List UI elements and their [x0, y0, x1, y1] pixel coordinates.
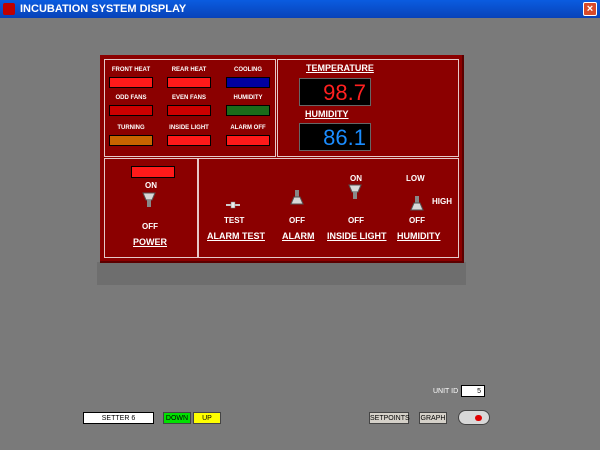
alarm-off-label: OFF [289, 216, 305, 225]
power-toggle-switch[interactable] [142, 192, 156, 213]
setpoints-button[interactable]: SETPOINTS [369, 412, 410, 424]
odd-fans-indicator-label: ODD FANS [115, 95, 147, 101]
cooling-indicator-label: COOLING [234, 67, 262, 73]
inside-light-toggle-switch[interactable] [348, 184, 362, 205]
power-on-label: ON [145, 181, 157, 190]
humidity-high-label: HIGH [432, 197, 452, 206]
alarm-test-title: ALARM TEST [207, 231, 265, 241]
even-fans-indicator [167, 105, 211, 116]
temperature-readout: 98.7 [299, 78, 371, 106]
turning-indicator-label: TURNING [117, 125, 145, 131]
humidity-low-label: LOW [406, 174, 425, 183]
app-icon [3, 3, 15, 15]
odd-fans-indicator [109, 105, 153, 116]
humidity-readout: 86.1 [299, 123, 371, 151]
rear-heat-indicator-label: REAR HEAT [171, 67, 207, 73]
alarm-test-switch[interactable] [226, 196, 240, 214]
setter-field[interactable]: SETTER 6 [83, 412, 154, 424]
inside-light-on-label: ON [350, 174, 362, 183]
humidity-title: HUMIDITY [397, 231, 441, 241]
humidity-indicator [226, 105, 270, 116]
inside-light-indicator [167, 135, 211, 146]
humidity-indicator-label: HUMIDITY [233, 95, 263, 101]
alarm-toggle-switch[interactable] [290, 189, 304, 210]
turning-indicator [109, 135, 153, 146]
power-off-label: OFF [142, 222, 158, 231]
front-heat-indicator [109, 77, 153, 88]
rear-heat-indicator [167, 77, 211, 88]
humidity-off-label: OFF [409, 216, 425, 225]
up-button[interactable]: UP [193, 412, 221, 424]
cooling-indicator [226, 77, 270, 88]
temperature-label: TEMPERATURE [306, 63, 374, 73]
window-title: INCUBATION SYSTEM DISPLAY [20, 3, 187, 15]
record-icon [475, 415, 482, 421]
alarm-off-indicator-label: ALARM OFF [230, 125, 266, 131]
title-bar: INCUBATION SYSTEM DISPLAY × [0, 0, 600, 18]
power-indicator [131, 166, 175, 178]
inside-light-title: INSIDE LIGHT [327, 231, 387, 241]
even-fans-indicator-label: EVEN FANS [171, 95, 206, 101]
close-button[interactable]: × [583, 2, 597, 16]
down-button[interactable]: DOWN [163, 412, 191, 424]
inside-light-off-label: OFF [348, 216, 364, 225]
unit-id-field[interactable]: 5 [461, 385, 485, 397]
inside-light-indicator-label: INSIDE LIGHT [169, 125, 209, 131]
alarm-test-state-label: TEST [224, 216, 245, 225]
alarm-title: ALARM [282, 231, 315, 241]
panel-shadow [97, 262, 466, 285]
power-title: POWER [133, 237, 168, 247]
front-heat-indicator-label: FRONT HEAT [111, 67, 151, 73]
alarm-off-indicator [226, 135, 270, 146]
stop-button[interactable] [458, 410, 490, 425]
humidity-toggle-switch[interactable] [410, 195, 424, 216]
control-panel: TEMPERATURE 98.7 HUMIDITY 86.1 ON OFF PO… [100, 55, 464, 263]
graph-button[interactable]: GRAPH [419, 412, 447, 424]
humidity-label: HUMIDITY [305, 109, 349, 119]
unit-id-label: UNIT ID [433, 388, 459, 395]
